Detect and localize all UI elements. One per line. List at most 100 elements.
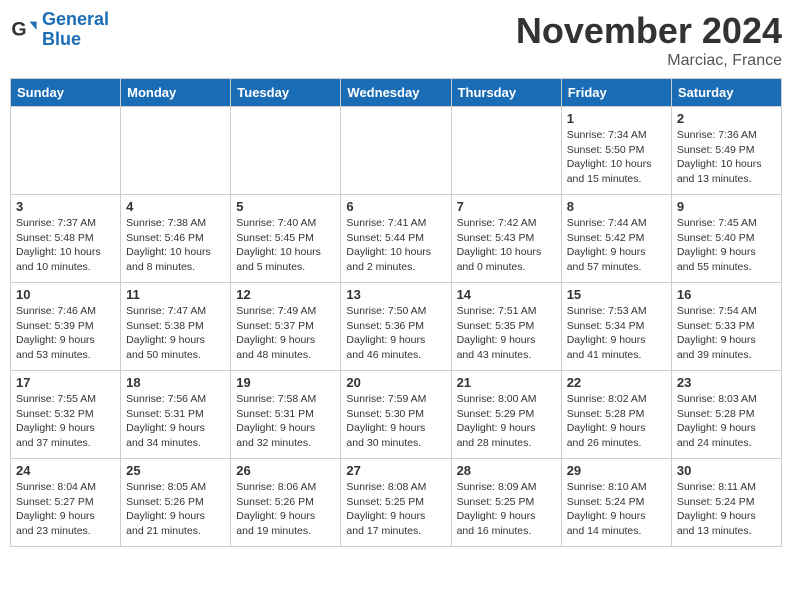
logo: G General Blue: [10, 10, 109, 50]
day-number: 26: [236, 463, 335, 478]
calendar-cell: 27 Sunrise: 8:08 AM Sunset: 5:25 PM Dayli…: [341, 459, 451, 547]
day-number: 13: [346, 287, 445, 302]
day-number: 12: [236, 287, 335, 302]
day-number: 8: [567, 199, 666, 214]
day-info: Sunrise: 8:05 AM Sunset: 5:26 PM Dayligh…: [126, 480, 225, 539]
calendar-cell: 19 Sunrise: 7:58 AM Sunset: 5:31 PM Dayli…: [231, 371, 341, 459]
day-info: Sunrise: 7:40 AM Sunset: 5:45 PM Dayligh…: [236, 216, 335, 275]
calendar-week-row: 10 Sunrise: 7:46 AM Sunset: 5:39 PM Dayli…: [11, 283, 782, 371]
day-info: Sunrise: 7:56 AM Sunset: 5:31 PM Dayligh…: [126, 392, 225, 451]
day-info: Sunrise: 8:11 AM Sunset: 5:24 PM Dayligh…: [677, 480, 776, 539]
month-title: November 2024: [516, 10, 782, 52]
weekday-header-cell: Friday: [561, 79, 671, 107]
day-info: Sunrise: 7:37 AM Sunset: 5:48 PM Dayligh…: [16, 216, 115, 275]
calendar-cell: 23Sunrise: 8:03 AM Sunset: 5:28 PM Dayli…: [671, 371, 781, 459]
logo-line2: Blue: [42, 30, 109, 50]
weekday-header-cell: Tuesday: [231, 79, 341, 107]
day-number: 23: [677, 375, 776, 390]
day-number: 28: [457, 463, 556, 478]
day-number: 19: [236, 375, 335, 390]
calendar-cell: 13 Sunrise: 7:50 AM Sunset: 5:36 PM Dayli…: [341, 283, 451, 371]
day-info: Sunrise: 7:34 AM Sunset: 5:50 PM Dayligh…: [567, 128, 666, 187]
calendar-cell: 20 Sunrise: 7:59 AM Sunset: 5:30 PM Dayli…: [341, 371, 451, 459]
calendar-cell: 18 Sunrise: 7:56 AM Sunset: 5:31 PM Dayli…: [121, 371, 231, 459]
calendar-cell: 12 Sunrise: 7:49 AM Sunset: 5:37 PM Dayli…: [231, 283, 341, 371]
day-info: Sunrise: 7:42 AM Sunset: 5:43 PM Dayligh…: [457, 216, 556, 275]
day-info: Sunrise: 7:45 AM Sunset: 5:40 PM Dayligh…: [677, 216, 776, 275]
day-info: Sunrise: 8:00 AM Sunset: 5:29 PM Dayligh…: [457, 392, 556, 451]
day-number: 21: [457, 375, 556, 390]
day-number: 3: [16, 199, 115, 214]
title-area: November 2024 Marciac, France: [516, 10, 782, 70]
weekday-header-cell: Monday: [121, 79, 231, 107]
day-info: Sunrise: 7:58 AM Sunset: 5:31 PM Dayligh…: [236, 392, 335, 451]
day-number: 4: [126, 199, 225, 214]
day-number: 25: [126, 463, 225, 478]
calendar-cell: 11Sunrise: 7:47 AM Sunset: 5:38 PM Dayli…: [121, 283, 231, 371]
calendar-cell: 5 Sunrise: 7:40 AM Sunset: 5:45 PM Daylig…: [231, 195, 341, 283]
day-number: 7: [457, 199, 556, 214]
day-number: 29: [567, 463, 666, 478]
day-number: 22: [567, 375, 666, 390]
day-number: 30: [677, 463, 776, 478]
calendar-cell: [341, 107, 451, 195]
weekday-header-cell: Saturday: [671, 79, 781, 107]
calendar-cell: [11, 107, 121, 195]
day-info: Sunrise: 8:08 AM Sunset: 5:25 PM Dayligh…: [346, 480, 445, 539]
logo-line1: General: [42, 9, 109, 29]
day-info: Sunrise: 7:51 AM Sunset: 5:35 PM Dayligh…: [457, 304, 556, 363]
day-number: 27: [346, 463, 445, 478]
calendar-week-row: 17 Sunrise: 7:55 AM Sunset: 5:32 PM Dayli…: [11, 371, 782, 459]
day-number: 1: [567, 111, 666, 126]
day-number: 6: [346, 199, 445, 214]
calendar-week-row: 3 Sunrise: 7:37 AM Sunset: 5:48 PM Daylig…: [11, 195, 782, 283]
calendar-cell: [231, 107, 341, 195]
day-info: Sunrise: 7:44 AM Sunset: 5:42 PM Dayligh…: [567, 216, 666, 275]
calendar-cell: 7 Sunrise: 7:42 AM Sunset: 5:43 PM Daylig…: [451, 195, 561, 283]
day-number: 17: [16, 375, 115, 390]
calendar-cell: 22Sunrise: 8:02 AM Sunset: 5:28 PM Dayli…: [561, 371, 671, 459]
calendar-week-row: 24 Sunrise: 8:04 AM Sunset: 5:27 PM Dayli…: [11, 459, 782, 547]
calendar-cell: [121, 107, 231, 195]
calendar-cell: 9 Sunrise: 7:45 AM Sunset: 5:40 PM Daylig…: [671, 195, 781, 283]
day-number: 24: [16, 463, 115, 478]
day-number: 10: [16, 287, 115, 302]
day-number: 20: [346, 375, 445, 390]
day-info: Sunrise: 7:46 AM Sunset: 5:39 PM Dayligh…: [16, 304, 115, 363]
day-number: 18: [126, 375, 225, 390]
day-number: 2: [677, 111, 776, 126]
day-info: Sunrise: 7:53 AM Sunset: 5:34 PM Dayligh…: [567, 304, 666, 363]
calendar-cell: 1 Sunrise: 7:34 AM Sunset: 5:50 PM Daylig…: [561, 107, 671, 195]
calendar-table: SundayMondayTuesdayWednesdayThursdayFrid…: [10, 78, 782, 547]
calendar-cell: 30 Sunrise: 8:11 AM Sunset: 5:24 PM Dayli…: [671, 459, 781, 547]
calendar-cell: 8 Sunrise: 7:44 AM Sunset: 5:42 PM Daylig…: [561, 195, 671, 283]
day-number: 9: [677, 199, 776, 214]
day-info: Sunrise: 7:59 AM Sunset: 5:30 PM Dayligh…: [346, 392, 445, 451]
weekday-header: SundayMondayTuesdayWednesdayThursdayFrid…: [11, 79, 782, 107]
day-number: 14: [457, 287, 556, 302]
day-number: 5: [236, 199, 335, 214]
calendar-cell: 6 Sunrise: 7:41 AM Sunset: 5:44 PM Daylig…: [341, 195, 451, 283]
day-info: Sunrise: 7:41 AM Sunset: 5:44 PM Dayligh…: [346, 216, 445, 275]
calendar-body: 1 Sunrise: 7:34 AM Sunset: 5:50 PM Daylig…: [11, 107, 782, 547]
calendar-cell: [451, 107, 561, 195]
day-info: Sunrise: 7:36 AM Sunset: 5:49 PM Dayligh…: [677, 128, 776, 187]
day-info: Sunrise: 8:09 AM Sunset: 5:25 PM Dayligh…: [457, 480, 556, 539]
day-info: Sunrise: 7:55 AM Sunset: 5:32 PM Dayligh…: [16, 392, 115, 451]
weekday-header-cell: Wednesday: [341, 79, 451, 107]
calendar-cell: 15Sunrise: 7:53 AM Sunset: 5:34 PM Dayli…: [561, 283, 671, 371]
calendar-cell: 24 Sunrise: 8:04 AM Sunset: 5:27 PM Dayli…: [11, 459, 121, 547]
logo-icon: G: [10, 16, 38, 44]
calendar-week-row: 1 Sunrise: 7:34 AM Sunset: 5:50 PM Daylig…: [11, 107, 782, 195]
day-number: 11: [126, 287, 225, 302]
calendar-cell: 3 Sunrise: 7:37 AM Sunset: 5:48 PM Daylig…: [11, 195, 121, 283]
logo-text: General Blue: [42, 10, 109, 50]
day-info: Sunrise: 7:54 AM Sunset: 5:33 PM Dayligh…: [677, 304, 776, 363]
weekday-header-cell: Sunday: [11, 79, 121, 107]
day-info: Sunrise: 7:50 AM Sunset: 5:36 PM Dayligh…: [346, 304, 445, 363]
day-info: Sunrise: 8:04 AM Sunset: 5:27 PM Dayligh…: [16, 480, 115, 539]
day-number: 16: [677, 287, 776, 302]
calendar-cell: 14 Sunrise: 7:51 AM Sunset: 5:35 PM Dayli…: [451, 283, 561, 371]
weekday-header-cell: Thursday: [451, 79, 561, 107]
day-info: Sunrise: 7:49 AM Sunset: 5:37 PM Dayligh…: [236, 304, 335, 363]
